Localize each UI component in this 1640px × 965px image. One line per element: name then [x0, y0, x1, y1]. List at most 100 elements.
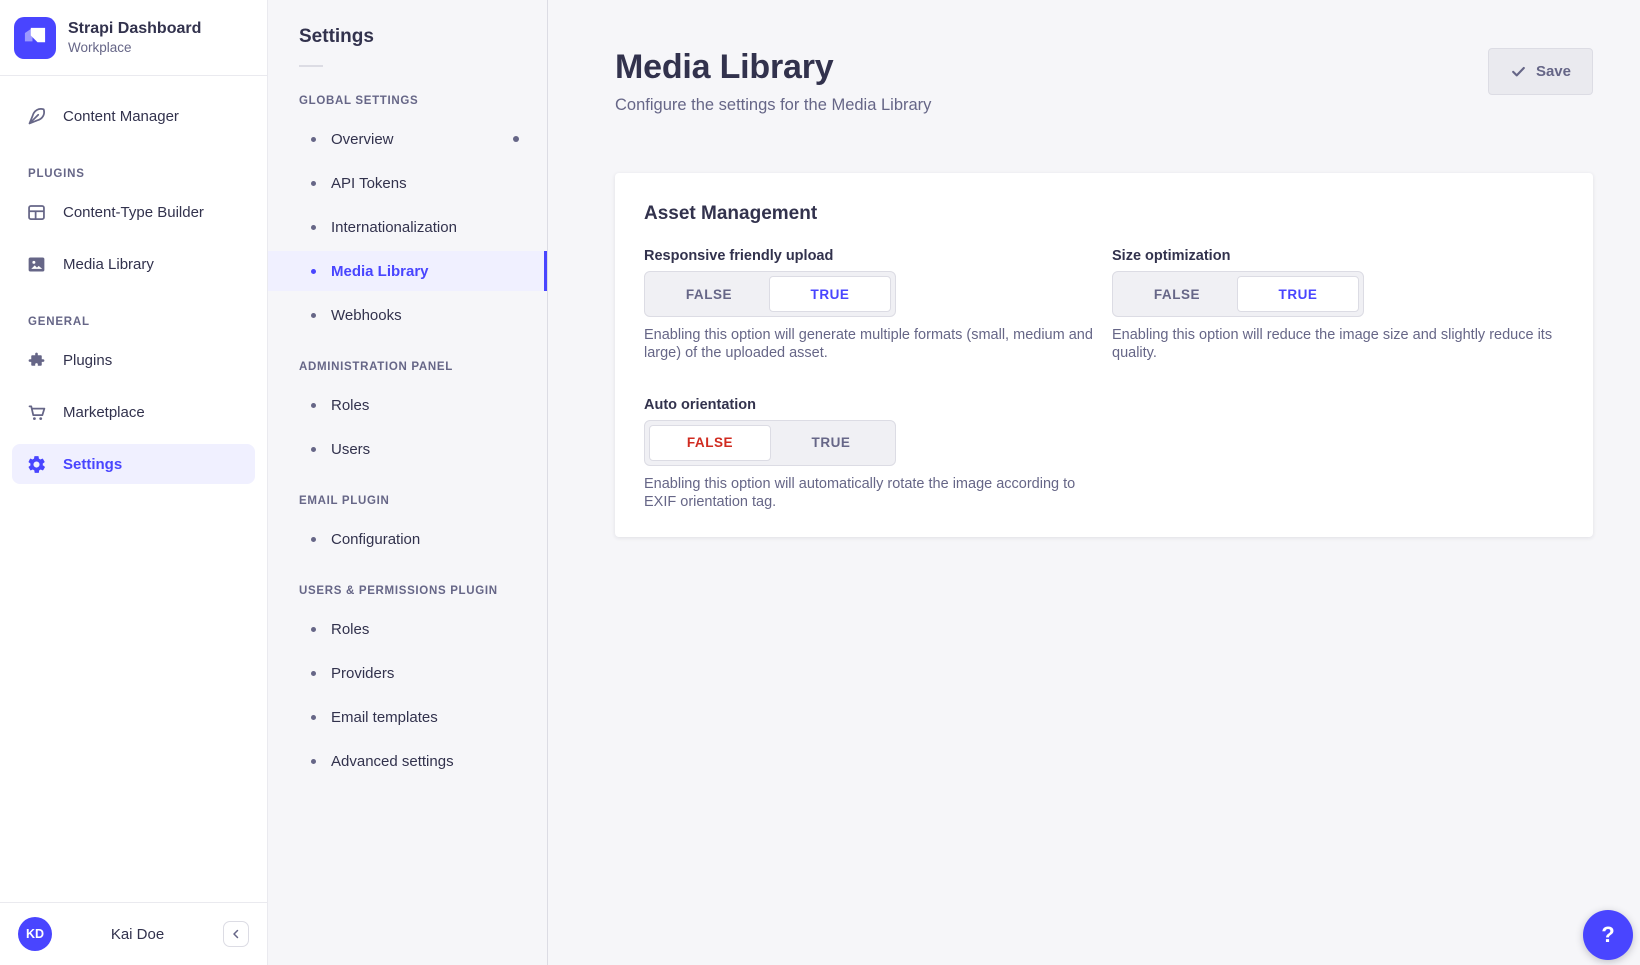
- page-header: Media Library Configure the settings for…: [615, 48, 1593, 115]
- sidebar-nav: Content Manager Plugins Content-Type Bui…: [0, 76, 267, 902]
- bullet-dot: [311, 715, 316, 720]
- sidebar-item-label: Plugins: [63, 352, 112, 369]
- field-description: Enabling this option will automatically …: [644, 475, 1096, 512]
- toggle-option-false[interactable]: FALSE: [649, 276, 769, 312]
- brand-text: Strapi Dashboard Workplace: [68, 19, 201, 57]
- notification-dot: [513, 136, 519, 142]
- bullet-dot: [311, 225, 316, 230]
- toggle-option-true[interactable]: TRUE: [1237, 276, 1359, 312]
- bullet-dot: [311, 447, 316, 452]
- toggle-option-false[interactable]: FALSE: [1117, 276, 1237, 312]
- page-subtitle: Configure the settings for the Media Lib…: [615, 96, 931, 115]
- toggle-option-false[interactable]: FALSE: [649, 425, 771, 461]
- subnav-item-label: Internationalization: [331, 219, 457, 236]
- bullet-dot: [311, 313, 316, 318]
- field-auto-orientation: Auto orientation FALSE TRUE Enabling thi…: [644, 397, 1096, 512]
- subnav-title: Settings: [299, 26, 547, 48]
- bullet-dot: [311, 759, 316, 764]
- subnav-item-up-providers[interactable]: Providers: [268, 655, 547, 691]
- sidebar-item-label: Content Manager: [63, 108, 179, 125]
- save-button-label: Save: [1536, 63, 1571, 80]
- sidebar-item-content-type-builder[interactable]: Content-Type Builder: [12, 192, 255, 232]
- bullet-dot: [311, 269, 316, 274]
- strapi-logo-icon: [14, 17, 56, 59]
- subnav-section-title: Administration panel: [268, 361, 547, 373]
- subnav-section-users-permissions: Users & Permissions plugin Roles Provide…: [268, 585, 547, 779]
- bullet-dot: [311, 403, 316, 408]
- sidebar-item-label: Settings: [63, 456, 122, 473]
- fields-grid: Responsive friendly upload FALSE TRUE En…: [644, 248, 1564, 511]
- collapse-sidebar-button[interactable]: [223, 921, 249, 947]
- subnav-item-label: Roles: [331, 397, 369, 414]
- subnav-item-media-library[interactable]: Media Library: [268, 251, 547, 291]
- field-label: Size optimization: [1112, 248, 1564, 264]
- toggle-option-true[interactable]: TRUE: [769, 276, 891, 312]
- subnav-item-label: Users: [331, 441, 370, 458]
- sidebar-footer: KD Kai Doe: [0, 902, 267, 965]
- subnav-item-internationalization[interactable]: Internationalization: [268, 209, 547, 245]
- workspace-name: Workplace: [68, 39, 201, 57]
- bullet-dot: [311, 671, 316, 676]
- help-button[interactable]: ?: [1583, 910, 1633, 960]
- main-sidebar: Strapi Dashboard Workplace Content Manag…: [0, 0, 268, 965]
- settings-subnav: Settings Global Settings Overview API To…: [268, 0, 548, 965]
- toggle-option-true[interactable]: TRUE: [771, 425, 891, 461]
- field-description: Enabling this option will reduce the ima…: [1112, 326, 1564, 363]
- subnav-section-title: Global Settings: [268, 95, 547, 107]
- subnav-item-admin-users[interactable]: Users: [268, 431, 547, 467]
- field-label: Responsive friendly upload: [644, 248, 1096, 264]
- subnav-item-admin-roles[interactable]: Roles: [268, 387, 547, 423]
- subnav-item-email-configuration[interactable]: Configuration: [268, 521, 547, 557]
- sidebar-item-marketplace[interactable]: Marketplace: [12, 392, 255, 432]
- bullet-dot: [311, 137, 316, 142]
- sidebar-item-plugins[interactable]: Plugins: [12, 340, 255, 380]
- layout-grid-icon: [26, 202, 47, 223]
- subnav-divider: [299, 65, 323, 67]
- picture-icon: [26, 254, 47, 275]
- subnav-item-label: Webhooks: [331, 307, 402, 324]
- page-header-text: Media Library Configure the settings for…: [615, 48, 931, 115]
- subnav-item-up-email-templates[interactable]: Email templates: [268, 699, 547, 735]
- field-responsive-friendly-upload: Responsive friendly upload FALSE TRUE En…: [644, 248, 1096, 363]
- subnav-item-api-tokens[interactable]: API Tokens: [268, 165, 547, 201]
- subnav-item-label: Roles: [331, 621, 369, 638]
- card-title: Asset Management: [644, 203, 1564, 225]
- sidebar-item-content-manager[interactable]: Content Manager: [12, 96, 255, 136]
- save-button[interactable]: Save: [1488, 48, 1593, 95]
- sidebar-item-media-library[interactable]: Media Library: [12, 244, 255, 284]
- subnav-item-label: API Tokens: [331, 175, 407, 192]
- subnav-item-label: Providers: [331, 665, 394, 682]
- app-title: Strapi Dashboard: [68, 19, 201, 39]
- sidebar-item-label: Content-Type Builder: [63, 204, 204, 221]
- cart-icon: [26, 402, 47, 423]
- subnav-item-label: Advanced settings: [331, 753, 454, 770]
- user-avatar[interactable]: KD: [18, 917, 52, 951]
- subnav-item-label: Media Library: [331, 263, 429, 280]
- main-content: Media Library Configure the settings for…: [548, 0, 1640, 965]
- subnav-item-overview[interactable]: Overview: [268, 121, 547, 157]
- check-icon: [1510, 63, 1527, 80]
- subnav-item-up-roles[interactable]: Roles: [268, 611, 547, 647]
- bullet-dot: [311, 627, 316, 632]
- subnav-item-up-advanced-settings[interactable]: Advanced settings: [268, 743, 547, 779]
- bullet-dot: [311, 181, 316, 186]
- asset-management-card: Asset Management Responsive friendly upl…: [615, 173, 1593, 537]
- field-label: Auto orientation: [644, 397, 1096, 413]
- sidebar-item-label: Marketplace: [63, 404, 145, 421]
- gear-icon: [26, 454, 47, 475]
- app-layout: Strapi Dashboard Workplace Content Manag…: [0, 0, 1640, 965]
- field-description: Enabling this option will generate multi…: [644, 326, 1096, 363]
- sidebar-item-settings[interactable]: Settings: [12, 444, 255, 484]
- subnav-item-webhooks[interactable]: Webhooks: [268, 297, 547, 333]
- sidebar-section-general: General: [0, 316, 267, 328]
- page-title: Media Library: [615, 48, 931, 87]
- auto-orientation-toggle: FALSE TRUE: [644, 420, 896, 466]
- subnav-item-label: Configuration: [331, 531, 420, 548]
- puzzle-icon: [26, 350, 47, 371]
- subnav-item-label: Email templates: [331, 709, 438, 726]
- bullet-dot: [311, 537, 316, 542]
- brand-header[interactable]: Strapi Dashboard Workplace: [0, 0, 267, 76]
- subnav-section-administration-panel: Administration panel Roles Users: [268, 361, 547, 467]
- user-name: Kai Doe: [62, 926, 213, 943]
- chevron-left-icon: [230, 928, 242, 940]
